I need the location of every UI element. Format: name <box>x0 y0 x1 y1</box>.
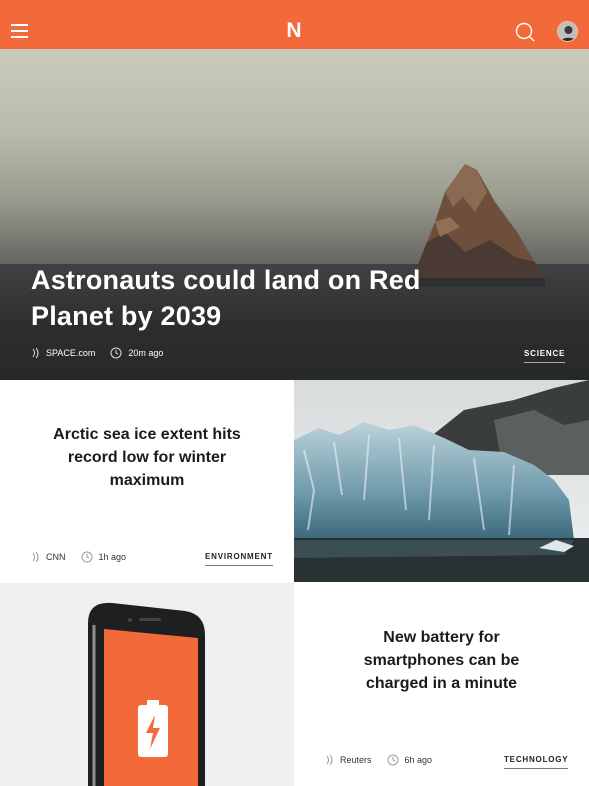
avatar[interactable] <box>557 21 578 42</box>
article-category[interactable]: TECHNOLOGY <box>504 755 569 769</box>
article-time: 1h ago <box>98 552 127 562</box>
article-time: 6h ago <box>404 755 433 765</box>
search-icon[interactable] <box>515 22 535 42</box>
article-source[interactable]: CNN <box>46 552 66 562</box>
article-meta: CNN 1h ago <box>31 551 126 563</box>
clock-icon <box>81 551 92 563</box>
app-logo[interactable]: N <box>283 20 305 42</box>
hero-headline[interactable]: Astronauts could land on Red Planet by 2… <box>31 262 451 334</box>
clock-icon <box>387 754 399 766</box>
article-card[interactable]: Arctic sea ice extent hits record low fo… <box>0 380 294 582</box>
hero-article[interactable]: Astronauts could land on Red Planet by 2… <box>0 49 589 380</box>
smartphone-image[interactable] <box>0 583 294 786</box>
article-headline[interactable]: Arctic sea ice extent hits record low fo… <box>40 423 254 492</box>
article-source[interactable]: Reuters <box>340 755 372 765</box>
article-meta: Reuters 6h ago <box>325 754 432 766</box>
glacier-image[interactable] <box>294 380 589 582</box>
article-card[interactable]: New battery for smartphones can be charg… <box>294 583 589 786</box>
clock-icon <box>110 347 122 359</box>
article-headline[interactable]: New battery for smartphones can be charg… <box>354 626 529 695</box>
source-icon <box>32 551 39 563</box>
source-icon <box>326 754 333 766</box>
hero-category[interactable]: SCIENCE <box>524 349 566 363</box>
menu-icon[interactable] <box>11 24 28 38</box>
article-category[interactable]: ENVIRONMENT <box>205 552 273 566</box>
source-icon <box>32 347 39 359</box>
hero-source[interactable]: SPACE.com <box>46 348 95 358</box>
hero-time: 20m ago <box>128 348 164 358</box>
top-bar: N <box>0 0 589 49</box>
hero-meta: SPACE.com 20m ago <box>31 347 163 359</box>
